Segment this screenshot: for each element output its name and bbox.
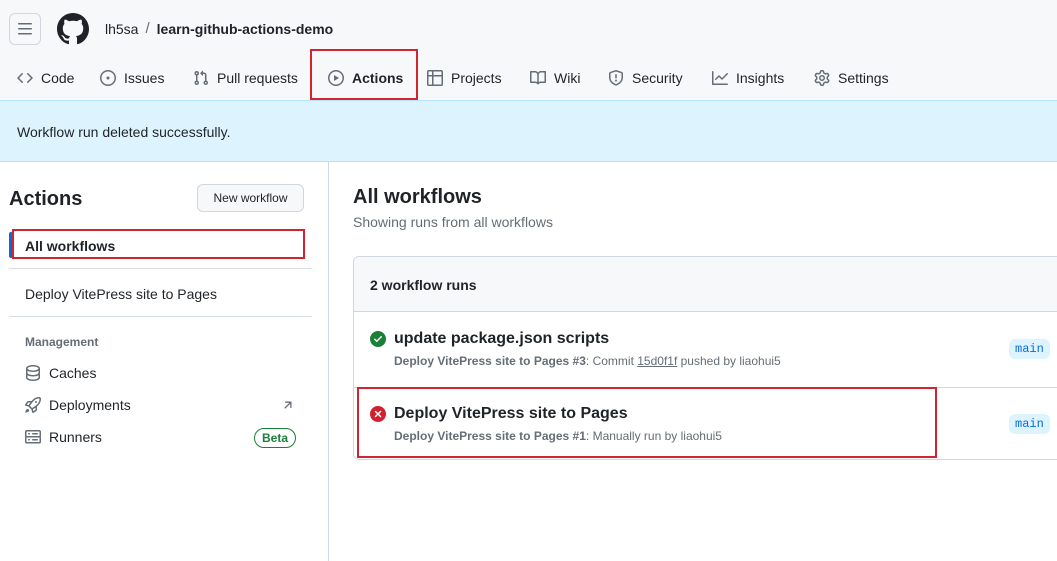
tab-code[interactable]: Code — [17, 64, 74, 92]
check-circle-fill-icon — [370, 331, 386, 347]
tab-label: Settings — [838, 70, 889, 86]
flash-message: Workflow run deleted successfully. — [17, 124, 231, 140]
shield-icon — [609, 70, 623, 86]
run-number: #3 — [572, 354, 586, 368]
sidebar-item-caches[interactable]: Caches — [25, 365, 96, 381]
issue-opened-icon — [100, 70, 116, 86]
git-pull-request-icon — [194, 70, 209, 86]
hamburger-icon — [18, 23, 32, 35]
run-workflow-name: Deploy VitePress site to Pages — [394, 354, 570, 368]
page-title: All workflows — [353, 186, 482, 208]
new-workflow-button[interactable]: New workflow — [197, 184, 304, 212]
run-meta: Deploy VitePress site to Pages #3: Commi… — [394, 354, 781, 368]
sidebar-item-label: Caches — [49, 365, 97, 381]
run-title-link[interactable]: update package.json scripts — [394, 329, 609, 349]
menu-button[interactable] — [9, 13, 41, 45]
sidebar-divider — [9, 316, 312, 317]
sidebar-item-label: Deployments — [49, 397, 131, 413]
workflow-run-row[interactable]: update package.json scripts Deploy ViteP… — [354, 313, 1057, 387]
sidebar-item-runners[interactable]: Runners — [25, 429, 102, 445]
repo-name-link[interactable]: learn-github-actions-demo — [157, 19, 334, 39]
flash-banner: Workflow run deleted successfully. — [0, 100, 1057, 162]
tab-label: Pull requests — [217, 70, 298, 86]
repo-header: lh5sa / learn-github-actions-demo Code I… — [0, 0, 1057, 101]
sidebar-item-workflow[interactable]: Deploy VitePress site to Pages — [25, 286, 217, 302]
tab-label: Issues — [124, 70, 165, 86]
repo-owner-link[interactable]: lh5sa — [105, 19, 138, 39]
sidebar-item-deployments[interactable]: Deployments — [25, 397, 131, 413]
actions-tab-highlight-box — [310, 49, 418, 100]
tab-issues[interactable]: Issues — [100, 64, 164, 92]
runs-list-header: 2 workflow runs — [354, 257, 1057, 312]
sidebar-item-label: Runners — [49, 429, 102, 445]
all-workflows-highlight-box — [12, 229, 305, 259]
breadcrumb-separator: / — [145, 20, 150, 37]
server-icon — [25, 430, 41, 444]
github-logo-icon[interactable] — [57, 13, 89, 45]
table-icon — [427, 70, 443, 86]
database-icon — [26, 365, 40, 381]
runs-count: 2 workflow runs — [370, 277, 477, 293]
breadcrumb: lh5sa / learn-github-actions-demo — [105, 19, 333, 39]
arrow-up-right-icon — [284, 401, 292, 409]
tab-settings[interactable]: Settings — [814, 64, 889, 92]
tab-label: Insights — [736, 70, 785, 86]
graph-icon — [712, 71, 728, 85]
rocket-icon — [25, 397, 41, 413]
sidebar-divider — [9, 268, 312, 269]
tab-insights[interactable]: Insights — [712, 64, 784, 92]
tab-pull-requests[interactable]: Pull requests — [193, 64, 298, 92]
branch-label[interactable]: main — [1009, 414, 1050, 434]
book-icon — [530, 70, 546, 85]
management-heading: Management — [25, 335, 99, 349]
sidebar-title: Actions — [9, 188, 83, 210]
failed-run-highlight-box — [357, 387, 937, 458]
branch-label[interactable]: main — [1009, 339, 1050, 359]
beta-badge: Beta — [254, 428, 297, 448]
run-trigger-text: pushed by liaohui5 — [677, 354, 781, 368]
commit-sha-link[interactable]: 15d0f1f — [637, 354, 677, 368]
tab-label: Code — [41, 70, 75, 86]
tab-label: Security — [632, 70, 683, 86]
tab-label: Projects — [451, 70, 502, 86]
run-trigger-text: : Commit — [585, 354, 638, 368]
tab-projects[interactable]: Projects — [427, 64, 502, 92]
tab-wiki[interactable]: Wiki — [530, 64, 580, 92]
code-icon — [17, 72, 33, 84]
tab-security[interactable]: Security — [608, 64, 683, 92]
page-subtitle: Showing runs from all workflows — [353, 214, 553, 230]
gear-icon — [814, 70, 830, 86]
actions-sidebar: Actions New workflow All workflows Deplo… — [0, 162, 329, 561]
tab-label: Wiki — [554, 70, 581, 86]
